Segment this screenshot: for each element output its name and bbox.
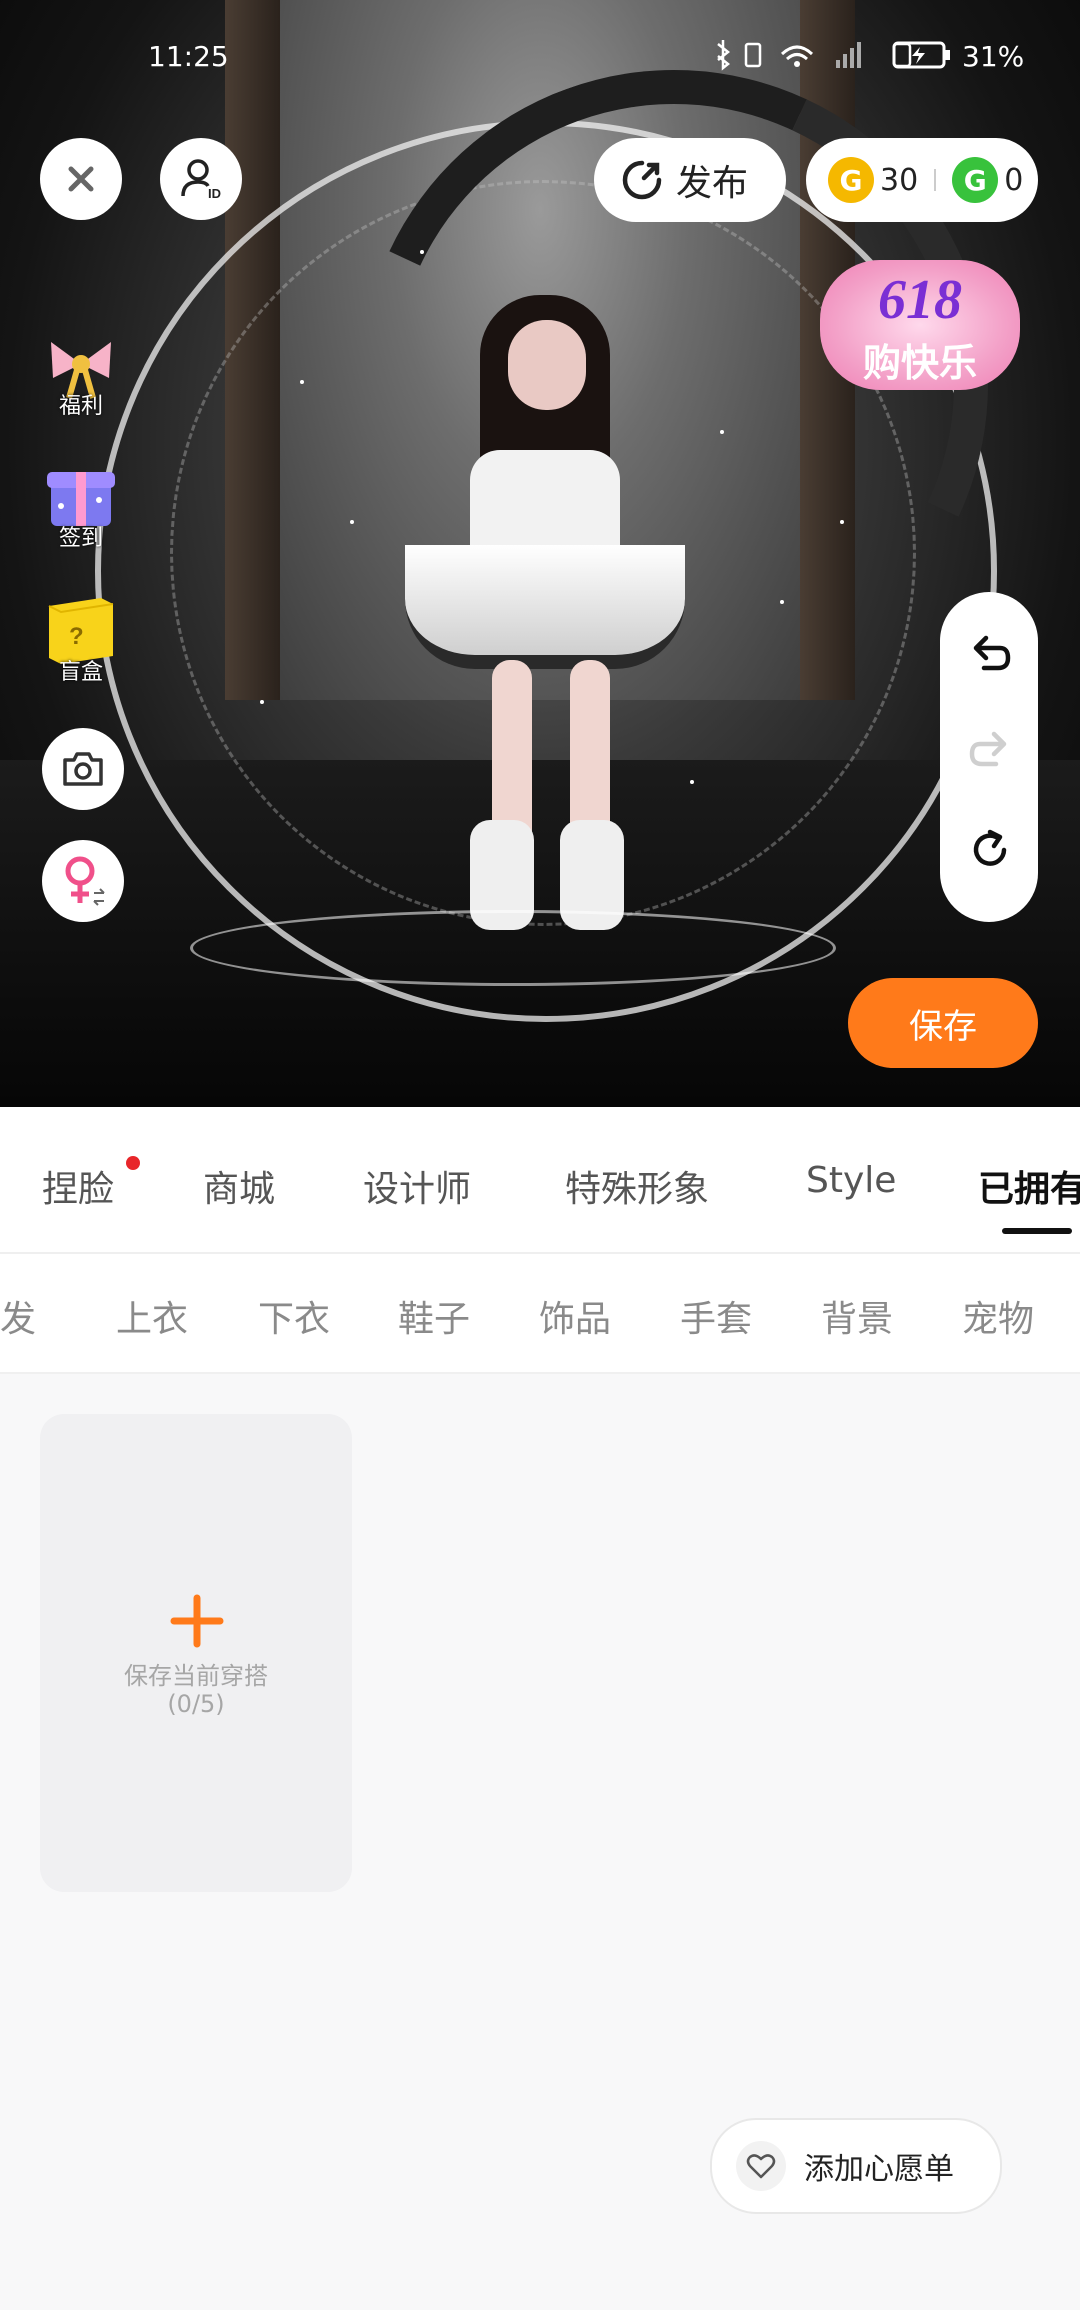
add-wishlist-button[interactable]: 添加心愿单 — [710, 2118, 1002, 2214]
close-icon — [68, 166, 94, 192]
active-tab-indicator — [1002, 1228, 1072, 1234]
promo-line2: 购快乐 — [862, 341, 977, 385]
green-coin-count: 0 — [1004, 162, 1024, 198]
save-outfit-card[interactable] — [40, 1414, 352, 1892]
plus-icon — [170, 1594, 224, 1648]
tab-mall[interactable]: 商城 — [203, 1160, 275, 1212]
subtab-hair[interactable]: 头发 — [0, 1290, 36, 1342]
category-tabs — [0, 1107, 1080, 1254]
subtab-bottom[interactable]: 下衣 — [258, 1290, 330, 1342]
gender-switch-button[interactable] — [42, 840, 124, 922]
gender-switch-icon — [65, 856, 105, 906]
redo-icon[interactable] — [968, 728, 1012, 772]
id-button[interactable]: ID — [160, 138, 242, 220]
tab-face[interactable]: 捏脸 — [42, 1160, 114, 1212]
svg-text:ID: ID — [208, 186, 221, 201]
edit-history-panel — [940, 592, 1038, 922]
subtab-gloves[interactable]: 手套 — [680, 1290, 752, 1342]
avatar-face — [508, 320, 586, 410]
subtab-background[interactable]: 背景 — [821, 1290, 893, 1342]
subtab-shoes[interactable]: 鞋子 — [398, 1290, 470, 1342]
gold-coin-icon: G — [828, 157, 874, 203]
battery-icon — [892, 38, 952, 79]
notification-dot — [126, 1156, 140, 1170]
battery-level: 31% — [962, 40, 1025, 73]
heart-icon — [746, 2154, 776, 2179]
green-coin-icon: G — [952, 157, 999, 203]
avatar-skirt — [405, 545, 685, 669]
camera-icon — [63, 752, 103, 786]
rune-ring — [190, 910, 836, 986]
status-time: 11:25 — [148, 40, 229, 73]
heart-icon-wrap — [736, 2141, 786, 2191]
camera-button[interactable] — [42, 728, 124, 810]
status-icons — [712, 38, 912, 79]
wishlist-label: 添加心愿单 — [804, 2152, 954, 2187]
save-button[interactable]: 保存 — [848, 978, 1038, 1068]
subtab-accessories[interactable]: 饰品 — [539, 1290, 611, 1342]
undo-icon[interactable] — [968, 632, 1012, 676]
currency-pill[interactable]: G 30 G 0 — [806, 138, 1038, 222]
currency-divider — [934, 169, 937, 191]
promo-line1: 618 — [878, 269, 962, 331]
subtab-top[interactable]: 上衣 — [116, 1290, 188, 1342]
tab-special-avatar[interactable]: 特殊形象 — [565, 1160, 709, 1212]
id-card-icon: ID — [181, 159, 221, 201]
svg-text:?: ? — [69, 623, 84, 650]
tab-designer[interactable]: 设计师 — [363, 1160, 471, 1212]
checkin-entry[interactable]: 签到 — [36, 456, 126, 552]
welfare-entry[interactable]: 福利 — [36, 328, 126, 420]
promo-618-badge[interactable]: 618 购快乐 — [800, 250, 1040, 400]
tab-style[interactable]: Style — [806, 1160, 896, 1201]
publish-icon — [622, 160, 662, 200]
save-outfit-count: (0/5) — [167, 1690, 225, 1718]
tab-owned[interactable]: 已拥有 — [978, 1160, 1080, 1212]
gold-coin-count: 30 — [880, 162, 919, 198]
blindbox-entry[interactable]: ? 盲盒 — [36, 590, 126, 686]
save-outfit-title: 保存当前穿搭 — [124, 1662, 268, 1690]
close-button[interactable] — [40, 138, 122, 220]
signal-icons — [717, 40, 912, 71]
publish-label: 发布 — [676, 163, 749, 204]
reset-icon[interactable] — [968, 828, 1012, 872]
publish-button[interactable]: 发布 — [594, 138, 786, 222]
subtab-pets[interactable]: 宠物 — [962, 1290, 1034, 1342]
